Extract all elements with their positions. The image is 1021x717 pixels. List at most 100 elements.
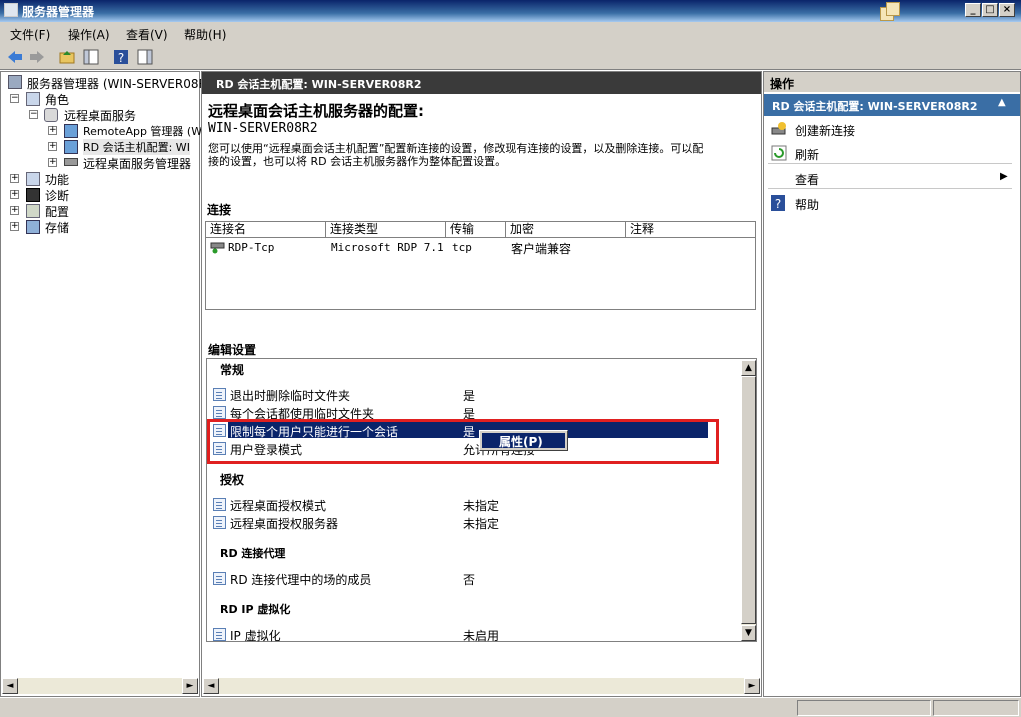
features-icon [26,172,40,186]
column-header[interactable]: 传输 [446,222,506,238]
help-icon: ? [771,195,785,211]
rd-session-host-icon [64,140,78,154]
status-pane [933,700,1019,716]
tree-remoteapp[interactable]: RemoteApp 管理器 (W [83,123,202,139]
column-header[interactable]: 加密 [506,222,626,238]
divider [768,163,1012,164]
scroll-right-icon[interactable]: ► [182,678,198,694]
up-folder-icon[interactable] [58,48,76,66]
tree-features[interactable]: 功能 [45,171,69,188]
collapse-icon[interactable]: − [29,110,38,119]
connection-transport: tcp [452,241,472,254]
setting-farm-member[interactable]: RD 连接代理中的场的成员 [230,571,371,588]
actions-section-header[interactable]: RD 会话主机配置: WIN-SERVER08R2 ▲ [764,94,1020,116]
tree-root[interactable]: 服务器管理器 (WIN-SERVER08R2 [27,75,214,92]
server-icon [8,75,22,89]
expand-icon[interactable]: + [48,158,57,167]
expand-icon[interactable]: + [10,206,19,215]
title-bar: 服务器管理器 _ □ × [0,0,1021,22]
back-arrow-icon[interactable] [6,48,24,66]
restore-decoration-icon [880,2,904,22]
property-icon [213,406,226,419]
expand-icon[interactable]: + [48,126,57,135]
tree-roles[interactable]: 角色 [45,91,69,108]
details-header: RD 会话主机配置: WIN-SERVER08R2 [202,72,761,94]
tree-configuration[interactable]: 配置 [45,203,69,220]
remoteapp-icon [64,124,78,138]
group-connection-broker: RD 连接代理 [220,547,286,560]
status-bar [0,697,1021,717]
table-row[interactable]: RDP-Tcp Microsoft RDP 7.1 tcp 客户端兼容 [208,240,755,256]
menu-help[interactable]: 帮助(H) [184,26,226,43]
action-refresh[interactable]: 刷新 [795,146,819,163]
scroll-thumb[interactable] [741,376,756,624]
tree-diagnostics[interactable]: 诊断 [45,187,69,204]
forward-arrow-icon[interactable] [28,48,46,66]
scroll-right-icon[interactable]: ► [744,678,760,694]
group-ip-virtualization: RD IP 虚拟化 [220,603,291,616]
tree-rdsmgr[interactable]: 远程桌面服务管理器 [83,155,191,172]
property-icon [213,628,226,641]
divider [768,188,1012,189]
maximize-button[interactable]: □ [982,3,998,17]
scroll-left-icon[interactable]: ◄ [203,678,219,694]
server-manager-icon [4,3,18,17]
connection-icon [210,242,225,254]
scroll-left-icon[interactable]: ◄ [2,678,18,694]
collapse-up-icon[interactable]: ▲ [998,97,1006,108]
menu-bar: 文件(F) 操作(A) 查看(V) 帮助(H) [0,22,1021,44]
tree-rds[interactable]: 远程桌面服务 [64,107,136,124]
setting-value: 未指定 [463,517,500,531]
remote-desktop-services-icon [44,108,58,122]
center-horizontal-scrollbar[interactable]: ◄ ► [203,678,760,694]
tree-storage[interactable]: 存储 [45,219,69,236]
svg-text:?: ? [775,197,781,211]
menu-view[interactable]: 查看(V) [126,26,168,43]
property-icon [213,572,226,585]
svg-text:?: ? [118,51,124,65]
expand-icon[interactable]: + [48,142,57,151]
storage-icon [26,220,40,234]
actions-title: 操作 [764,72,1020,92]
column-header[interactable]: 注释 [626,222,755,238]
description-line-2: 接的设置，也可以将 RD 会话主机服务器作为整体配置设置。 [208,155,507,168]
collapse-icon[interactable]: − [10,94,19,103]
close-button[interactable]: × [999,3,1015,17]
settings-vertical-scrollbar[interactable]: ▲ ▼ [741,360,756,641]
property-icon [213,388,226,401]
setting-delete-temp-folders[interactable]: 退出时删除临时文件夹 [230,387,350,404]
status-pane [797,700,931,716]
setting-value: 是 [463,389,476,403]
edit-settings-label: 编辑设置 [208,343,257,357]
window-title: 服务器管理器 [22,5,95,19]
setting-license-server[interactable]: 远程桌面授权服务器 [230,515,338,532]
group-licensing: 授权 [220,473,245,487]
minimize-button[interactable]: _ [965,3,981,17]
help-icon[interactable]: ? [112,48,130,66]
scroll-up-icon[interactable]: ▲ [741,360,756,376]
show-hide-tree-icon[interactable] [82,48,100,66]
group-general: 常规 [220,363,245,377]
left-horizontal-scrollbar[interactable]: ◄ ► [2,678,198,694]
column-header[interactable]: 连接名 [206,222,326,238]
action-view[interactable]: 查看 [795,171,819,188]
scroll-down-icon[interactable]: ▼ [741,625,756,641]
show-hide-action-pane-icon[interactable] [136,48,154,66]
tree-rdconfig[interactable]: RD 会话主机配置: WI [83,139,190,155]
new-connection-icon [771,122,786,135]
setting-ip-virtualization[interactable]: IP 虚拟化 [230,627,281,644]
configuration-icon [26,204,40,218]
column-header[interactable]: 连接类型 [326,222,446,238]
expand-icon[interactable]: + [10,190,19,199]
expand-icon[interactable]: + [10,222,19,231]
menu-action[interactable]: 操作(A) [68,26,110,43]
annotation-box [207,419,719,464]
action-help[interactable]: 帮助 [795,196,819,213]
connections-list: 连接名 连接类型 传输 加密 注释 [205,221,756,310]
menu-file[interactable]: 文件(F) [10,26,50,43]
action-create-connection[interactable]: 创建新连接 [795,122,855,139]
actions-pane [763,71,1021,697]
server-name: WIN-SERVER08R2 [208,121,318,136]
setting-licensing-mode[interactable]: 远程桌面授权模式 [230,497,326,514]
expand-icon[interactable]: + [10,174,19,183]
